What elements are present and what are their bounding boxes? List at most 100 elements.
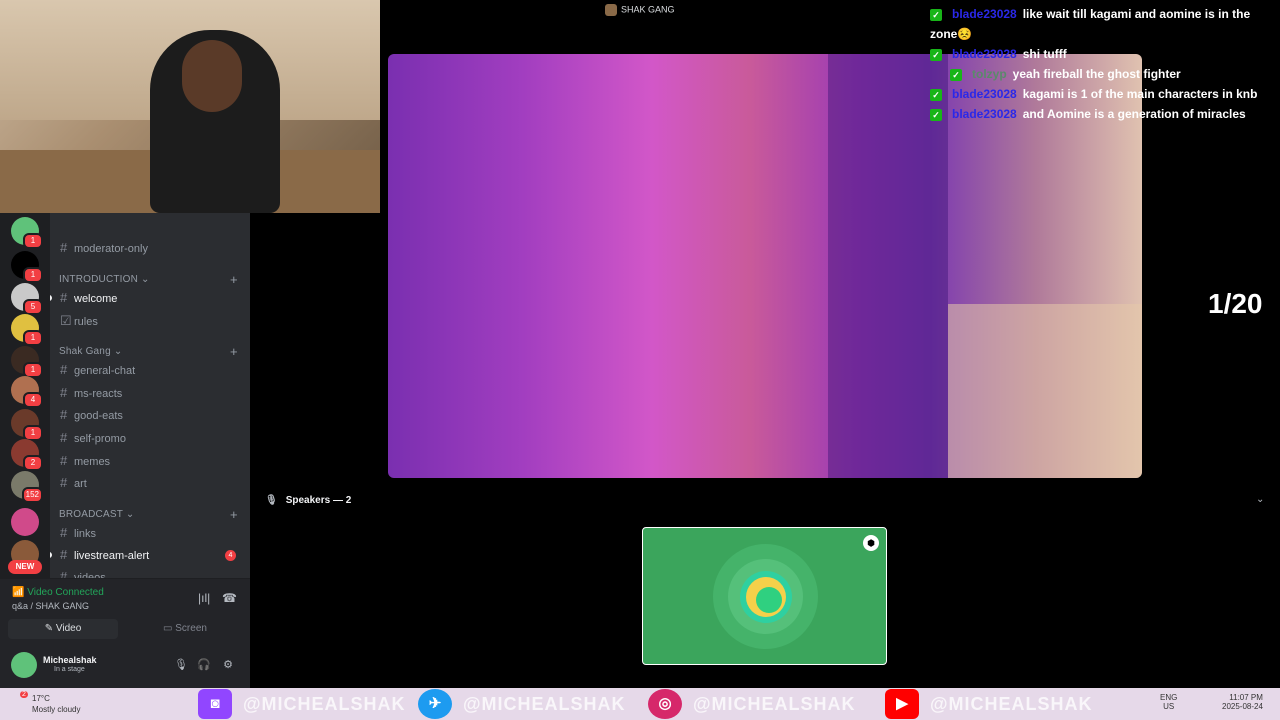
add-channel-icon[interactable]: + (230, 272, 238, 287)
server-icon[interactable]: 152 (11, 471, 43, 503)
youtube-icon: ▶ (885, 689, 919, 719)
chat-username: blade23028 (952, 7, 1017, 21)
microphone-icon[interactable]: 🎙 (174, 658, 188, 672)
noise-suppression-icon[interactable]: |ıl| (198, 591, 210, 605)
chat-message: ✓ tolzyp yeah fireball the ghost fighter (930, 64, 1275, 84)
category-label: INTRODUCTION (59, 274, 139, 285)
server-icon[interactable]: 1 (11, 314, 43, 346)
screen-share-button[interactable]: ▭ Screen (130, 619, 240, 639)
server-icon[interactable]: 2 (11, 439, 43, 471)
add-channel-icon[interactable]: + (230, 344, 238, 359)
channel-ms-reacts[interactable]: # ms-reacts (58, 383, 242, 403)
video-label: Video (55, 623, 82, 634)
language-indicator[interactable]: ENG US (1160, 693, 1177, 711)
channel-memes[interactable]: # memes (58, 451, 242, 471)
weather-desc: Mostly cloudy (32, 705, 81, 714)
new-badge: NEW (8, 560, 42, 574)
channel-label: rules (74, 316, 98, 328)
date-label: 2025-08-24 (1222, 702, 1263, 711)
user-status: In a stage (54, 666, 85, 673)
server-icon[interactable]: 4 (11, 376, 43, 408)
category-introduction[interactable]: INTRODUCTION ⌄ + (59, 272, 238, 287)
chat-message: ✓ blade23028 kagami is 1 of the main chara… (930, 84, 1275, 104)
category-shak-gang[interactable]: Shak Gang ⌄ + (59, 344, 238, 359)
taskbar: 2 17°C Mostly cloudy ◙ @MICHEALSHAK ✈ @MIC… (0, 688, 1280, 720)
server-icon[interactable]: 5 (11, 283, 43, 315)
server-icon[interactable]: 1 (11, 251, 43, 283)
verified-icon: ✓ (950, 68, 962, 81)
verified-icon: ✓ (930, 108, 942, 121)
chat-text: shi tufff (1022, 47, 1067, 61)
mention-badge: 4 (225, 550, 236, 561)
stage-title-label: SHAK GANG (621, 4, 675, 15)
avatar[interactable] (11, 652, 37, 678)
server-badge: 1 (23, 233, 43, 249)
channel-label: good-eats (74, 410, 123, 422)
channel-self-promo[interactable]: # self-promo (58, 428, 242, 448)
category-label: Shak Gang (59, 346, 111, 357)
chat-username: tolzyp (972, 67, 1007, 81)
category-broadcast[interactable]: BROADCAST ⌄ + (59, 507, 238, 522)
brand-handle: @MICHEALSHAK (243, 694, 406, 714)
server-badge: 4 (23, 392, 43, 408)
channel-moderator-only[interactable]: # moderator-only (58, 238, 242, 258)
channel-label: general-chat (74, 365, 136, 377)
voice-location: q&a / SHAK GANG (12, 601, 90, 611)
instagram-icon: ◎ (648, 689, 682, 719)
screen-icon: ▭ (163, 623, 176, 634)
rules-icon: ☑ (60, 313, 72, 328)
username: Michealshak (43, 655, 97, 665)
channel-livestream-alert[interactable]: # livestream-alert 4 (50, 545, 242, 565)
server-icon[interactable] (11, 508, 39, 536)
channel-label: moderator-only (74, 243, 148, 255)
gear-icon[interactable]: ⚙ (221, 658, 235, 672)
page-counter: 1/20 (1208, 288, 1263, 319)
moderator-icon: ⬢ (863, 535, 879, 551)
chevron-down-icon[interactable]: ⌄ (1256, 494, 1264, 505)
channel-welcome[interactable]: # welcome (50, 288, 242, 308)
verified-icon: ✓ (930, 8, 942, 21)
server-icon[interactable]: 1 (11, 409, 43, 441)
channel-general-chat[interactable]: # general-chat (58, 360, 242, 380)
stream-blur-light (948, 304, 1142, 478)
channel-art[interactable]: # art (58, 473, 242, 493)
server-badge: 1 (23, 267, 43, 283)
channel-links[interactable]: # links (58, 523, 242, 543)
channel-good-eats[interactable]: # good-eats (58, 405, 242, 425)
weather-temp: 17°C (32, 694, 50, 703)
chat-text: yeah fireball the ghost fighter (1012, 67, 1181, 81)
clock[interactable]: 11:07 PM 2025-08-24 (1222, 693, 1263, 711)
server-icon[interactable]: 1 (11, 346, 43, 378)
channel-videos[interactable]: # videos (58, 567, 242, 578)
chat-message: ✓ blade23028 and Aomine is a generation of… (930, 104, 1275, 124)
speaking-ring (713, 544, 818, 649)
stage-title: SHAK GANG (605, 4, 675, 16)
voice-connected-status[interactable]: 📶 Video Connected (12, 587, 104, 598)
lang-label: ENG (1160, 693, 1178, 702)
chat-username: blade23028 (952, 47, 1017, 61)
add-channel-icon[interactable]: + (230, 507, 238, 522)
server-badge: 2 (23, 455, 43, 471)
chat-overlay: ✓ blade23028 like wait till kagami and aom… (930, 4, 1275, 124)
video-button[interactable]: ✎ Video (8, 619, 118, 639)
channel-label: welcome (74, 293, 118, 305)
camera-icon: ✎ (44, 623, 56, 634)
chat-message: ✓ blade23028 shi tufff (930, 44, 1275, 64)
weather-badge: 2 (20, 691, 28, 698)
speakers-header: 🎙 Speakers — 2 (265, 495, 351, 506)
channel-label: self-promo (74, 433, 126, 445)
twitch-icon: ◙ (198, 689, 232, 719)
server-icon[interactable]: 1 (11, 217, 43, 249)
user-panel: Michealshak In a stage 🎙 🎧 ⚙ (0, 646, 250, 688)
channel-list: # moderator-only INTRODUCTION ⌄ + # welcome… (50, 213, 250, 578)
speaker-tile[interactable]: ⬢ (642, 527, 887, 665)
channel-rules[interactable]: ☑ rules (58, 311, 242, 331)
headphones-icon[interactable]: 🎧 (197, 658, 211, 672)
chat-username: blade23028 (952, 107, 1017, 121)
speaker-avatar (740, 571, 792, 623)
avatar-mask (756, 587, 782, 613)
channel-label: links (74, 528, 97, 540)
signal-icon: 📶 (12, 587, 28, 598)
chat-text: kagami is 1 of the main characters in kn… (1022, 87, 1258, 101)
disconnect-icon[interactable]: ☎ (222, 591, 237, 605)
